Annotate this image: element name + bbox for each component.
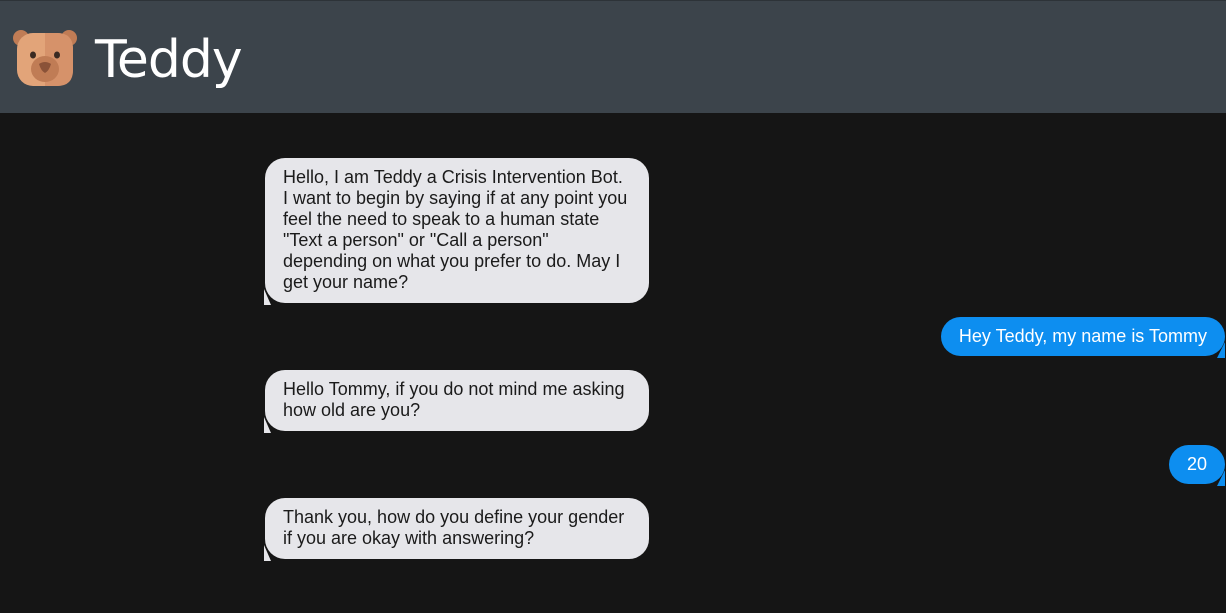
app-header: Teddy <box>0 0 1226 113</box>
chat-area: Hello, I am Teddy a Crisis Intervention … <box>0 113 1226 613</box>
bot-message: Thank you, how do you define your gender… <box>264 498 649 561</box>
app-title: Teddy <box>95 30 243 90</box>
bot-message: Hello Tommy, if you do not mind me askin… <box>264 370 649 433</box>
user-message: 20 <box>1168 445 1226 486</box>
user-message: Hey Teddy, my name is Tommy <box>940 317 1226 358</box>
bot-message: Hello, I am Teddy a Crisis Intervention … <box>264 158 649 305</box>
teddy-bear-icon <box>13 30 77 86</box>
